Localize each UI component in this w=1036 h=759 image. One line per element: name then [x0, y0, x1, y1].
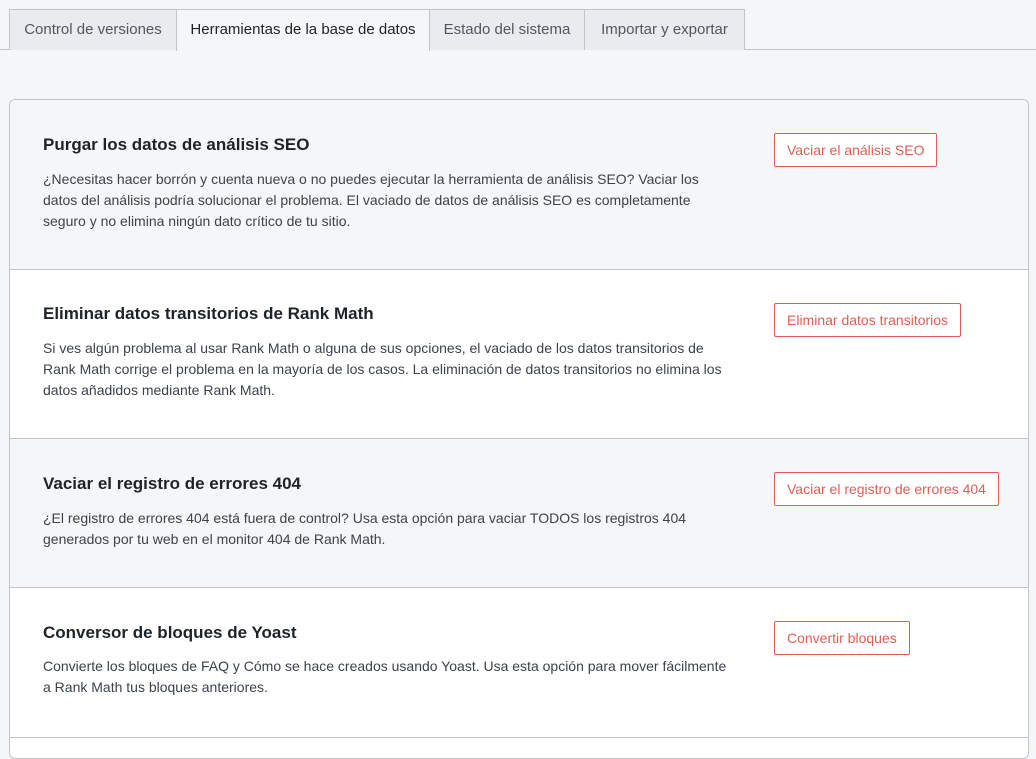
tab-system-status[interactable]: Estado del sistema	[429, 9, 585, 50]
tab-bar: Control de versiones Herramientas de la …	[0, 0, 1036, 51]
section-title: Conversor de bloques de Yoast	[43, 623, 297, 642]
section-description: Si ves algún problema al usar Rank Math …	[43, 340, 722, 398]
section-clear-404-log: Vaciar el registro de errores 404 ¿El re…	[10, 439, 1028, 588]
clear-seo-analysis-button[interactable]: Vaciar el análisis SEO	[774, 133, 938, 167]
tab-database-tools[interactable]: Herramientas de la base de datos	[176, 9, 430, 51]
section-description: Convierte los bloques de FAQ y Cómo se h…	[43, 658, 727, 695]
section-description: ¿Necesitas hacer borrón y cuenta nueva o…	[43, 171, 699, 229]
section-yoast-block-converter: Conversor de bloques de Yoast Convierte …	[10, 588, 1028, 738]
tab-import-export[interactable]: Importar y exportar	[584, 9, 745, 50]
section-title: Vaciar el registro de errores 404	[43, 474, 301, 493]
section-description: ¿El registro de errores 404 está fuera d…	[43, 510, 687, 547]
delete-transients-button[interactable]: Eliminar datos transitorios	[774, 303, 962, 337]
tools-panel: Purgar los datos de análisis SEO ¿Necesi…	[9, 99, 1029, 759]
section-delete-transients: Eliminar datos transitorios de Rank Math…	[10, 270, 1028, 439]
section-purge-seo-analysis: Purgar los datos de análisis SEO ¿Necesi…	[10, 100, 1028, 270]
convert-blocks-button[interactable]: Convertir bloques	[774, 621, 910, 655]
clear-404-log-button[interactable]: Vaciar el registro de errores 404	[774, 472, 999, 506]
section-title: Eliminar datos transitorios de Rank Math	[43, 304, 374, 323]
tab-version-control[interactable]: Control de versiones	[9, 9, 177, 50]
section-title: Purgar los datos de análisis SEO	[43, 135, 310, 154]
